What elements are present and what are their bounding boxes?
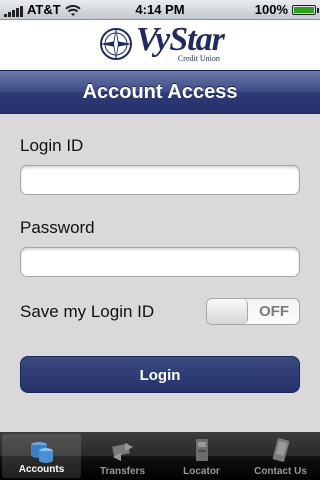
- contact-icon: [272, 438, 289, 462]
- login-form: Login ID Password Save my Login ID OFF L…: [0, 114, 320, 432]
- status-bar: AT&T 4:14 PM 100%: [0, 0, 320, 20]
- page-title: Account Access: [0, 70, 320, 114]
- accounts-icon: [30, 442, 53, 463]
- toggle-state: OFF: [259, 303, 289, 320]
- transfers-icon: [111, 443, 133, 461]
- brand-header: VyStar Credit Union: [0, 20, 320, 70]
- brand-text: VyStar Credit Union: [136, 21, 225, 64]
- login-id-input[interactable]: [20, 165, 300, 195]
- tab-accounts[interactable]: Accounts: [2, 434, 81, 478]
- tab-locator[interactable]: Locator: [162, 432, 241, 480]
- brand-logo: VyStar Credit Union: [98, 21, 225, 64]
- save-login-label: Save my Login ID: [20, 302, 155, 321]
- battery-percent: 100%: [254, 2, 288, 17]
- compass-icon: [100, 27, 132, 60]
- brand-name: VyStar: [136, 21, 225, 58]
- locator-icon: [195, 439, 208, 461]
- toggle-knob: [207, 299, 248, 324]
- tab-label: Contact Us: [254, 466, 307, 477]
- save-login-toggle[interactable]: OFF: [206, 298, 300, 325]
- tab-transfers[interactable]: Transfers: [83, 432, 162, 480]
- tab-bar: Accounts Transfers Locator Contact Us: [0, 432, 320, 480]
- password-input[interactable]: [20, 247, 300, 277]
- login-button[interactable]: Login: [20, 356, 300, 393]
- tab-label: Locator: [183, 466, 220, 477]
- tab-label: Accounts: [18, 464, 65, 475]
- login-id-label: Login ID: [20, 136, 84, 155]
- status-right: 100%: [254, 2, 319, 17]
- tab-contact-us[interactable]: Contact Us: [241, 432, 320, 480]
- tab-label: Transfers: [99, 466, 146, 477]
- battery-icon: [292, 4, 319, 15]
- password-label: Password: [20, 218, 95, 237]
